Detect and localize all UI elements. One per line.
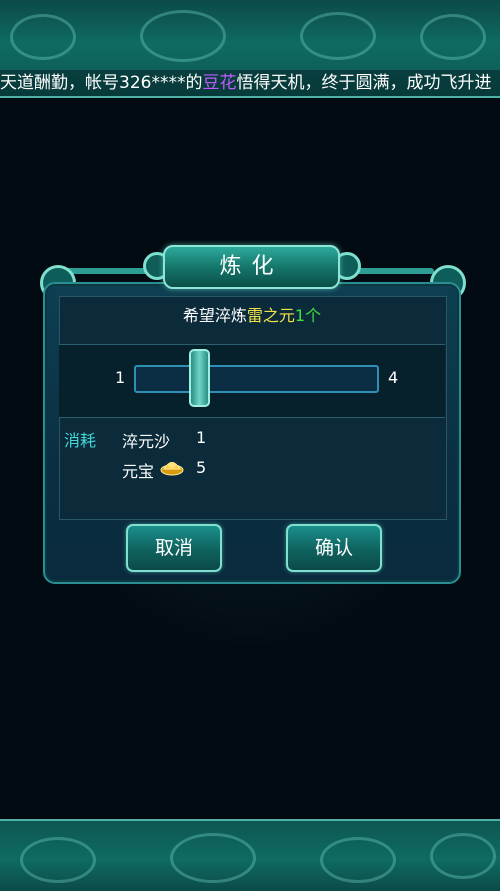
description-count: 1个 bbox=[294, 306, 322, 325]
bottom-banner bbox=[0, 819, 500, 891]
description-item-name: 雷之元 bbox=[246, 306, 295, 325]
cloud-ornament bbox=[300, 12, 376, 60]
cloud-ornament bbox=[320, 837, 396, 883]
cost-item-amount: 1 bbox=[196, 428, 207, 447]
ticker-player-name: 豆花 bbox=[202, 73, 237, 93]
cost-item-row: 元宝 5 bbox=[122, 458, 206, 482]
cost-item-amount: 5 bbox=[196, 458, 207, 477]
cost-label: 消耗 bbox=[64, 431, 97, 450]
confirm-button[interactable]: 确认 bbox=[286, 524, 382, 572]
description-prefix: 希望淬炼 bbox=[182, 306, 247, 325]
refine-description: 希望淬炼雷之元1个 bbox=[59, 296, 445, 345]
slider-max-label: 4 bbox=[388, 368, 399, 387]
gold-ingot-icon bbox=[160, 462, 184, 476]
cost-item-name: 元宝 bbox=[122, 462, 155, 481]
quantity-slider-track[interactable] bbox=[134, 365, 379, 393]
slider-min-label: 1 bbox=[115, 368, 126, 387]
cloud-ornament bbox=[430, 833, 496, 879]
cost-item-row: 淬元沙 1 bbox=[122, 428, 206, 452]
ticker-suffix: 悟得天机，终于圆满，成功飞升进 bbox=[236, 73, 492, 93]
cloud-ornament bbox=[140, 10, 226, 62]
announcement-ticker: 天道酬勤，帐号326****的豆花悟得天机，终于圆满，成功飞升进 bbox=[0, 70, 500, 96]
cloud-ornament bbox=[170, 833, 256, 883]
cloud-ornament bbox=[10, 14, 76, 60]
ticker-prefix: 天道酬勤，帐号326****的 bbox=[0, 73, 203, 93]
cloud-ornament bbox=[20, 837, 96, 883]
cost-item-name: 淬元沙 bbox=[122, 432, 171, 451]
quantity-slider-thumb[interactable] bbox=[189, 349, 210, 407]
dialog-title: 炼化 bbox=[163, 245, 340, 289]
cloud-ornament bbox=[420, 14, 486, 60]
cancel-button[interactable]: 取消 bbox=[126, 524, 222, 572]
